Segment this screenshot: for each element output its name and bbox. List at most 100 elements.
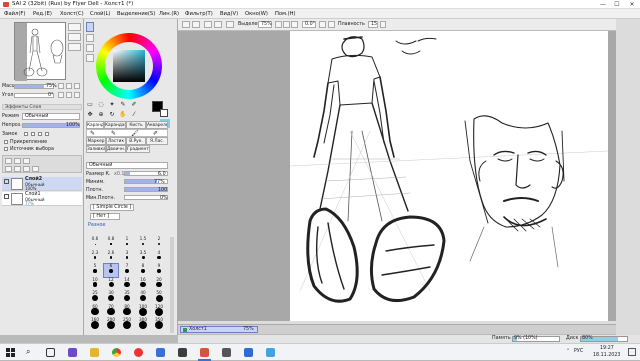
toolbar-angle-field[interactable]: 0.0° xyxy=(302,21,316,28)
zoom-plus-button[interactable] xyxy=(66,83,72,89)
brush-shape-select[interactable]: [ Simple Circle ] xyxy=(90,204,134,211)
hand-icon[interactable]: ✋ xyxy=(119,111,127,119)
minimize-button[interactable]: — xyxy=(596,0,610,9)
hsv-mode-button[interactable] xyxy=(86,44,94,52)
toolbar-zoom-reset-button[interactable] xyxy=(291,21,298,28)
brush-size-preset[interactable]: 7 xyxy=(120,263,134,277)
new-folder-button[interactable] xyxy=(23,158,30,164)
brush-size-preset[interactable]: 100 xyxy=(136,304,150,318)
new-linework-button[interactable] xyxy=(14,158,21,164)
watercolor-tool-icon[interactable]: ✐ xyxy=(153,130,158,137)
size-multiplier[interactable]: x0.1 xyxy=(114,172,124,177)
canvas-tab[interactable]: Холст1 75% xyxy=(180,326,258,333)
brush-size-preset[interactable]: 250 xyxy=(120,317,134,331)
clear-layer-button[interactable] xyxy=(23,166,30,172)
chrome-icon[interactable] xyxy=(112,348,121,357)
brush-size-preset[interactable]: 3 xyxy=(120,250,134,264)
menu-selection[interactable]: Выделение(S) xyxy=(117,11,155,17)
show-selection-button[interactable] xyxy=(226,21,234,28)
select-pen-icon[interactable]: ✎ xyxy=(119,101,127,109)
move-icon[interactable]: ✥ xyxy=(86,111,94,119)
brush-size-preset[interactable]: 160 xyxy=(88,317,102,331)
lock-paint-checkbox[interactable] xyxy=(31,132,35,136)
selection-source-checkbox[interactable] xyxy=(4,147,8,151)
nav-zoom-out-button[interactable] xyxy=(68,43,81,51)
brush-size-preset[interactable]: 14 xyxy=(120,277,134,291)
sai-icon[interactable] xyxy=(200,348,209,357)
saturation-value-square[interactable] xyxy=(113,50,145,82)
transfer-down-button[interactable] xyxy=(5,166,12,172)
brush-size-preset[interactable]: 50 xyxy=(152,290,166,304)
brush-size-preset[interactable]: 300 xyxy=(136,317,150,331)
undo-button[interactable] xyxy=(182,21,190,28)
brush-size-preset[interactable]: 30 xyxy=(104,290,118,304)
tray-chevron-icon[interactable]: ⌃ xyxy=(566,349,570,354)
explorer-icon[interactable] xyxy=(90,348,99,357)
lasso-icon[interactable]: ◌ xyxy=(97,101,105,109)
brush-size-preset[interactable]: 2.3 xyxy=(88,250,102,264)
clock-time[interactable]: 19:27 xyxy=(600,346,614,351)
deselect-pen-icon[interactable]: ✐ xyxy=(130,101,138,109)
delete-layer-button[interactable] xyxy=(32,166,39,172)
eyedropper-icon[interactable]: ⁄ xyxy=(130,111,138,119)
rgb-mode-button[interactable] xyxy=(86,34,94,42)
color-wheel[interactable] xyxy=(96,33,162,99)
tool-tab[interactable]: Карандаш xyxy=(104,121,126,129)
close-button[interactable]: ✕ xyxy=(625,0,639,9)
rotate-left-button[interactable] xyxy=(58,92,64,98)
notification-icon[interactable] xyxy=(628,348,636,356)
brush-size-preset[interactable]: 6 xyxy=(103,263,119,278)
brush-size-preset[interactable]: 5 xyxy=(88,263,102,277)
menu-ruler[interactable]: Лин.(R) xyxy=(159,11,179,17)
brush-size-preset[interactable]: 35 xyxy=(120,290,134,304)
brush-mode-select[interactable]: Обычный xyxy=(86,162,168,169)
toolbar-zoom-field[interactable]: 75% xyxy=(258,21,272,28)
toolbar-zoom-out-button[interactable] xyxy=(275,21,282,28)
redo-button[interactable] xyxy=(192,21,200,28)
toolbar-flip-button[interactable] xyxy=(328,21,335,28)
new-layer-button[interactable] xyxy=(5,158,12,164)
toolbar-zoom-in-button[interactable] xyxy=(283,21,290,28)
toolbar-smooth-field[interactable]: 15 xyxy=(368,21,378,28)
windows-icon[interactable] xyxy=(6,348,15,357)
brush-size-preset[interactable]: 2 xyxy=(152,236,166,250)
brush-size-preset[interactable]: 25 xyxy=(88,290,102,304)
menu-edit[interactable]: Ред.(E) xyxy=(33,11,52,17)
app-icon-2[interactable] xyxy=(178,348,187,357)
brush-size-preset[interactable]: 9 xyxy=(152,263,166,277)
nav-zoom-in-button[interactable] xyxy=(68,33,81,41)
app-icon-4[interactable] xyxy=(244,348,253,357)
menu-layer[interactable]: Слой(L) xyxy=(90,11,110,17)
rotate-icon[interactable]: ↻ xyxy=(108,111,116,119)
brush-size-preset[interactable]: 3.5 xyxy=(136,250,150,264)
maximize-button[interactable]: ☐ xyxy=(610,0,624,9)
brush-size-preset[interactable]: 16 xyxy=(136,277,150,291)
app-icon-3[interactable] xyxy=(222,348,231,357)
color-wheel-mode-button[interactable] xyxy=(86,22,94,32)
search-icon[interactable]: ⌕ xyxy=(26,347,30,357)
menu-view[interactable]: Вид(V) xyxy=(220,11,238,17)
tool-tab[interactable]: Акварель xyxy=(146,121,168,129)
rect-select-icon[interactable]: ▭ xyxy=(86,101,94,109)
brush-size-preset[interactable]: 120 xyxy=(152,304,166,318)
toolbar-rotate-button[interactable] xyxy=(319,21,326,28)
layer-row[interactable]: Слой2 Обычный 100% xyxy=(2,177,82,191)
tool-tab[interactable]: В.Рук. xyxy=(126,137,146,145)
swatches-button[interactable] xyxy=(86,54,94,62)
yandex-icon[interactable] xyxy=(134,348,143,357)
brush-size-preset[interactable]: 1 xyxy=(120,236,134,250)
pencil2-tool-icon[interactable]: ✎ xyxy=(111,130,116,137)
app-icon-1[interactable] xyxy=(68,348,77,357)
merge-down-button[interactable] xyxy=(14,166,21,172)
brush-size-preset[interactable]: 0.8 xyxy=(104,236,118,250)
brush-size-preset[interactable]: 12 xyxy=(104,277,118,291)
zoom-icon[interactable]: ⊕ xyxy=(97,111,105,119)
tool-tab[interactable]: Кисть xyxy=(126,121,146,129)
brush-size-preset[interactable]: 20 xyxy=(152,277,166,291)
menu-filter[interactable]: Фильтр(T) xyxy=(185,11,213,17)
tool-tab[interactable]: Заливка xyxy=(86,145,106,153)
brush-tool-icon[interactable]: 🖌 xyxy=(131,130,139,137)
tool-tab[interactable]: Ластик xyxy=(106,137,126,145)
app-icon-5[interactable] xyxy=(266,348,275,357)
store-icon[interactable] xyxy=(156,348,165,357)
